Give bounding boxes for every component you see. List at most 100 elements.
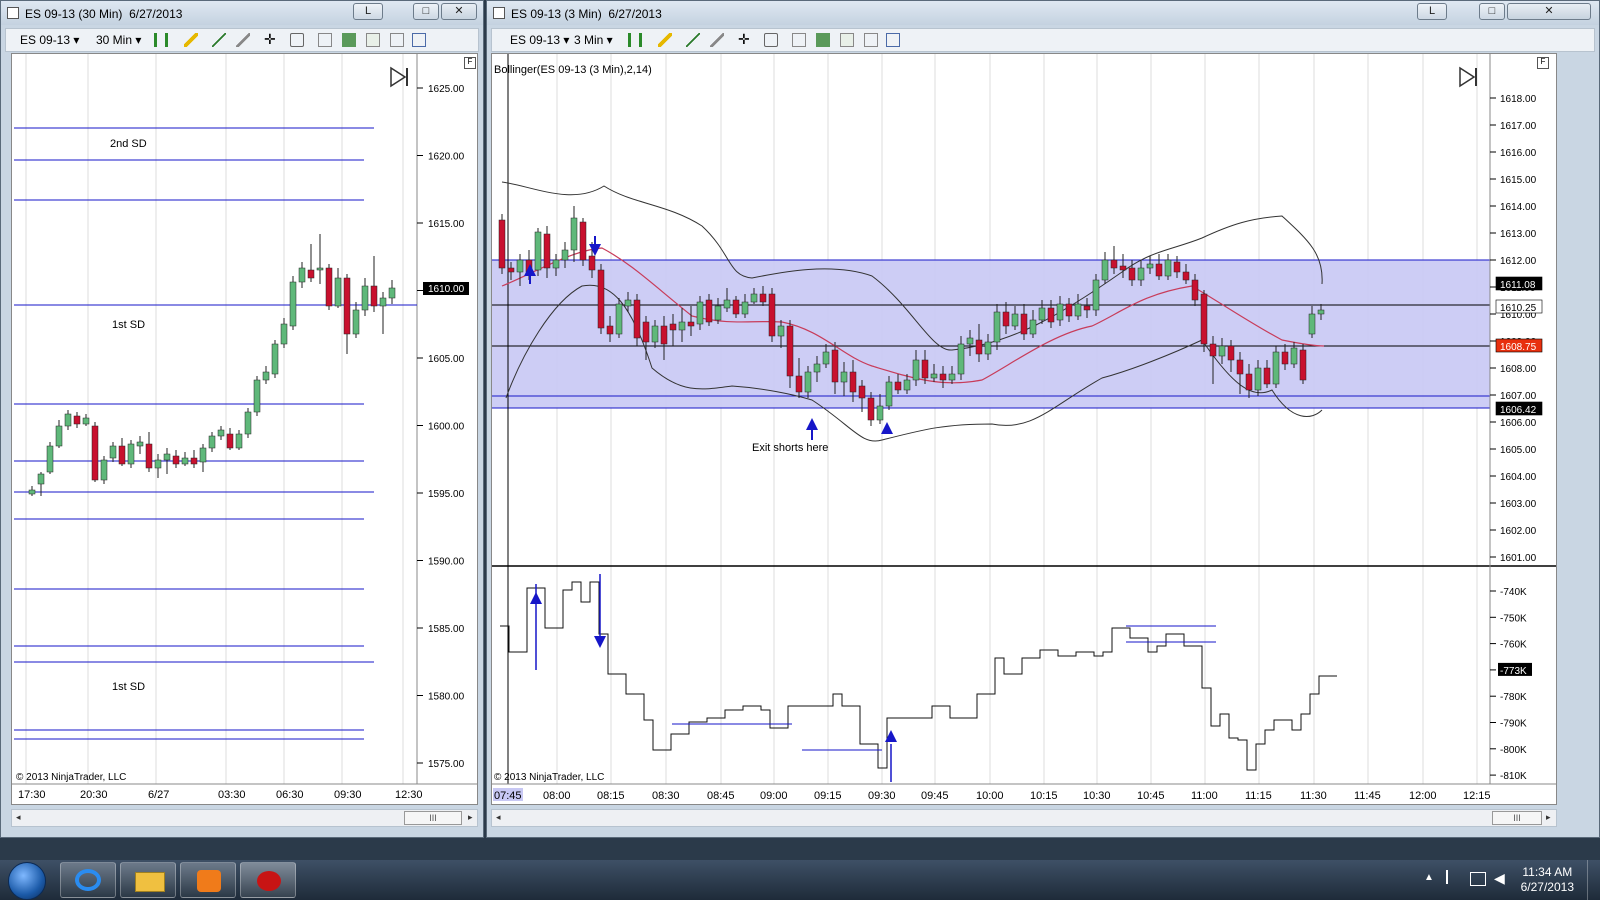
crosshair-icon[interactable]: ✛ <box>264 32 278 47</box>
chart-trader-icon[interactable] <box>886 33 900 47</box>
candle-body <box>109 445 117 459</box>
eraser-icon[interactable] <box>710 33 724 47</box>
close-button[interactable]: ✕ <box>441 3 477 20</box>
right-panel-menu-icon[interactable]: F <box>1537 57 1549 69</box>
candle-body <box>894 381 902 391</box>
candle-body <box>1110 259 1118 269</box>
maximize-button[interactable]: □ <box>1479 3 1505 20</box>
candle-body <box>1200 293 1208 345</box>
zoom-icon[interactable] <box>764 33 778 47</box>
scroll-thumb[interactable]: III <box>404 811 462 825</box>
file-explorer-icon[interactable] <box>120 862 176 898</box>
bar-type-icon[interactable] <box>628 33 642 47</box>
start-orb-icon[interactable] <box>8 862 46 900</box>
drawing-pencil-icon[interactable] <box>184 33 198 47</box>
left-title-bar[interactable]: ES 09-13 (30 Min) 6/27/2013 L □ ✕ <box>1 1 483 25</box>
strategies-icon[interactable] <box>840 33 854 47</box>
candle-body <box>1191 279 1199 301</box>
price-axis-label: 1617.00 <box>1500 121 1537 132</box>
candle-body <box>957 343 965 375</box>
interval-selector[interactable]: 30 Min ▾ <box>96 33 141 47</box>
candle-body <box>534 231 542 271</box>
properties-icon[interactable] <box>792 33 806 47</box>
scroll-left-arrow[interactable]: ◂ <box>16 812 21 823</box>
time-axis-label: 11:00 <box>1191 790 1218 802</box>
draw-tool-icon[interactable] <box>686 33 700 47</box>
candle-body <box>1317 309 1325 315</box>
indicators-icon[interactable] <box>342 33 356 47</box>
candle-body <box>226 433 234 449</box>
candle-body <box>1074 303 1082 317</box>
candle-body <box>867 397 875 421</box>
time-axis-label: 03:30 <box>218 789 246 801</box>
left-panel-menu-icon[interactable]: F <box>464 57 476 69</box>
candle-body <box>732 299 740 315</box>
candle-body <box>1056 303 1064 321</box>
draw-tool-icon[interactable] <box>212 33 226 47</box>
scroll-thumb[interactable]: III <box>1492 811 1542 825</box>
minimize-button[interactable]: L <box>1417 3 1447 20</box>
bar-type-icon[interactable] <box>154 33 168 47</box>
drawing-pencil-icon[interactable] <box>658 33 672 47</box>
instrument-selector[interactable]: ES 09-13 ▾ <box>20 33 79 47</box>
zoom-icon[interactable] <box>290 33 304 47</box>
close-button[interactable]: ✕ <box>1507 3 1591 20</box>
scroll-left-arrow[interactable]: ◂ <box>496 812 501 823</box>
data-box-icon[interactable] <box>390 33 404 47</box>
ninjatrader-icon[interactable] <box>240 862 296 898</box>
left-chart-panel[interactable]: 1625.00 1620.00 1615.00 1610.00 1605.00 1600.… <box>11 53 478 805</box>
data-box-icon[interactable] <box>864 33 878 47</box>
candle-body <box>543 233 551 269</box>
candle-body <box>316 267 324 271</box>
crosshair-icon[interactable]: ✛ <box>738 32 752 47</box>
minimize-button[interactable]: L <box>353 3 383 20</box>
candle-body <box>723 299 731 309</box>
candle-body <box>1236 359 1244 375</box>
candle-body <box>1128 267 1136 281</box>
right-horizontal-scrollbar[interactable]: ◂ III ▸ <box>491 809 1557 827</box>
candle-body <box>921 359 929 379</box>
candle-body <box>172 455 180 465</box>
eraser-icon[interactable] <box>236 33 250 47</box>
volume-axis-label: -760K <box>1500 640 1527 651</box>
scroll-to-end-icon[interactable] <box>390 66 408 88</box>
chart-trader-icon[interactable] <box>412 33 426 47</box>
time-axis-label: 08:30 <box>652 790 680 802</box>
candle-body <box>55 425 63 447</box>
price-axis-label: 1603.00 <box>1500 499 1537 510</box>
right-chart-panel[interactable]: Exit shorts here Bollinger(ES 09-13 (3 M… <box>491 53 1557 805</box>
annotation-exit-shorts: Exit shorts here <box>752 442 828 454</box>
maximize-button[interactable]: □ <box>413 3 439 20</box>
show-hidden-icons[interactable]: ▲ <box>1424 872 1434 883</box>
internet-explorer-icon[interactable] <box>60 862 116 898</box>
right-title-bar[interactable]: ES 09-13 (3 Min) 6/27/2013 L □ ✕ <box>487 1 1599 25</box>
strategies-icon[interactable] <box>366 33 380 47</box>
price-axis-label: 1618.00 <box>1500 94 1537 105</box>
candle-body <box>813 363 821 373</box>
price-axis-label: 1614.00 <box>1500 202 1537 213</box>
candle-body <box>1020 313 1028 335</box>
network-icon[interactable] <box>1470 872 1486 886</box>
system-clock[interactable]: 11:34 AM 6/27/2013 <box>1521 865 1574 895</box>
candle-body <box>1263 367 1271 385</box>
candle-body <box>849 371 857 393</box>
candle-body <box>127 443 135 465</box>
indicators-icon[interactable] <box>816 33 830 47</box>
volume-icon[interactable]: ◀ <box>1494 870 1505 887</box>
scroll-right-arrow[interactable]: ▸ <box>1546 812 1551 823</box>
scroll-right-arrow[interactable]: ▸ <box>468 812 473 823</box>
show-desktop-button[interactable] <box>1587 860 1600 900</box>
left-horizontal-scrollbar[interactable]: ◂ III ▸ <box>11 809 478 827</box>
properties-icon[interactable] <box>318 33 332 47</box>
left-toolbar: ES 09-13 ▾ 30 Min ▾ ✛ <box>5 28 479 52</box>
candle-body <box>1182 271 1190 281</box>
interval-selector[interactable]: 3 Min ▾ <box>574 33 613 47</box>
volume-axis-label: -780K <box>1500 692 1527 703</box>
price-tag-label: 1611.08 <box>1500 280 1536 291</box>
instrument-selector[interactable]: ES 09-13 ▾ <box>510 33 569 47</box>
scroll-to-end-icon[interactable] <box>1459 66 1477 88</box>
media-player-icon[interactable] <box>180 862 236 898</box>
flag-icon[interactable] <box>1446 870 1460 884</box>
bollinger-band-zone <box>492 260 1490 408</box>
time-axis-label: 06:30 <box>276 789 304 801</box>
